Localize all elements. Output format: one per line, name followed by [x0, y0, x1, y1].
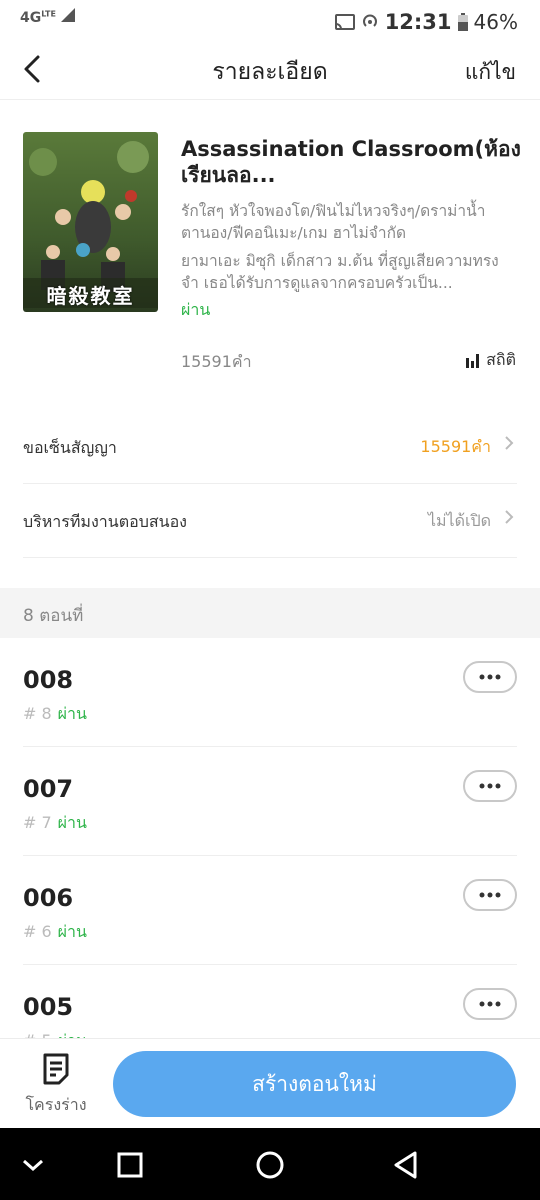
chapter-item[interactable]: 006 # 6 ผ่าน — [23, 856, 517, 965]
signal-icon — [60, 8, 75, 22]
nav-back-button[interactable] — [389, 1148, 423, 1182]
system-nav-bar — [0, 1128, 540, 1200]
outline-button[interactable]: โครงร่าง — [20, 1053, 92, 1117]
bottom-action-bar: โครงร่าง สร้างตอนใหม่ — [0, 1038, 540, 1128]
book-title: Assassination Classroom(ห้องเรียนลอ... — [181, 137, 521, 187]
chevron-right-icon — [505, 436, 514, 450]
team-management-row[interactable]: บริหารทีมงานตอบสนอง ไม่ได้เปิด — [23, 484, 517, 558]
network-indicator: 4GLTE — [20, 8, 75, 26]
outline-label: โครงร่าง — [25, 1095, 87, 1114]
nav-recents-button[interactable] — [113, 1148, 147, 1182]
chapters-count: 8 ตอนที่ — [23, 606, 84, 626]
chevron-down-icon — [23, 1159, 43, 1172]
more-options-button[interactable] — [463, 988, 517, 1020]
cover-title-text: 暗殺教室 — [46, 284, 135, 308]
chapter-item[interactable]: 007 # 7 ผ่าน — [23, 747, 517, 856]
create-chapter-button[interactable]: สร้างตอนใหม่ — [113, 1051, 516, 1117]
hotspot-icon — [362, 14, 377, 27]
more-horizontal-icon — [479, 892, 501, 898]
more-horizontal-icon — [479, 674, 501, 680]
cast-icon — [334, 14, 355, 30]
nav-collapse-button[interactable] — [16, 1148, 50, 1182]
battery-icon — [457, 13, 468, 31]
setting-label: บริหารทีมงานตอบสนอง — [23, 512, 187, 531]
clock: 12:31 — [384, 10, 452, 34]
more-horizontal-icon — [479, 1001, 501, 1007]
chapter-index: # 8 — [23, 704, 52, 723]
chapter-meta: # 7 ผ่าน — [23, 811, 87, 836]
book-cover[interactable]: 暗殺教室 — [23, 132, 158, 312]
network-type: 4G — [20, 10, 42, 26]
chapter-meta: # 8 ผ่าน — [23, 702, 87, 727]
edit-button[interactable]: แก้ไข — [465, 56, 516, 89]
battery-percent: 46% — [473, 10, 518, 34]
chapter-status: ผ่าน — [57, 922, 87, 941]
more-options-button[interactable] — [463, 770, 517, 802]
setting-label: ขอเซ็นสัญญา — [23, 438, 117, 457]
triangle-back-icon — [394, 1151, 417, 1179]
setting-value: ไม่ได้เปิด — [427, 511, 491, 530]
status-bar: 4GLTE 12:31 46% — [0, 0, 540, 40]
bar-chart-icon — [466, 353, 480, 368]
word-count: 15591คำ — [181, 352, 252, 371]
network-sup: LTE — [41, 9, 56, 19]
chapter-title: 007 — [23, 775, 74, 803]
nav-home-button[interactable] — [253, 1148, 287, 1182]
setting-value: 15591คำ — [420, 437, 491, 456]
document-icon — [43, 1053, 69, 1085]
chapter-meta: # 6 ผ่าน — [23, 920, 87, 945]
chapter-status: ผ่าน — [57, 813, 87, 832]
chevron-right-icon — [505, 510, 514, 524]
book-tags: รักใสๆ หัวใจพองโต/ฟินไม่ไหวจริงๆ/ดราม่าน… — [181, 202, 486, 242]
more-options-button[interactable] — [463, 879, 517, 911]
book-status-badge: ผ่าน — [181, 300, 211, 319]
chapter-title: 006 — [23, 884, 74, 912]
circle-icon — [256, 1151, 284, 1179]
square-icon — [117, 1152, 143, 1178]
stats-label: สถิติ — [486, 350, 516, 369]
chapter-title: 005 — [23, 993, 74, 1021]
chapter-title: 008 — [23, 666, 74, 694]
chapter-item[interactable]: 008 # 8 ผ่าน — [23, 638, 517, 747]
more-options-button[interactable] — [463, 661, 517, 693]
chapter-index: # 6 — [23, 922, 52, 941]
stats-button[interactable]: สถิติ — [466, 348, 516, 373]
more-horizontal-icon — [479, 783, 501, 789]
chapters-section-header: 8 ตอนที่ — [0, 588, 540, 638]
page-title: รายละเอียด — [212, 59, 328, 85]
chapter-index: # 7 — [23, 813, 52, 832]
contract-row[interactable]: ขอเซ็นสัญญา 15591คำ — [23, 410, 517, 484]
chapter-status: ผ่าน — [57, 704, 87, 723]
top-app-bar: รายละเอียด แก้ไข — [0, 40, 540, 100]
book-description: ยามาเอะ มิซุกิ เด็กสาว ม.ต้น ที่สูญเสียค… — [181, 252, 499, 292]
